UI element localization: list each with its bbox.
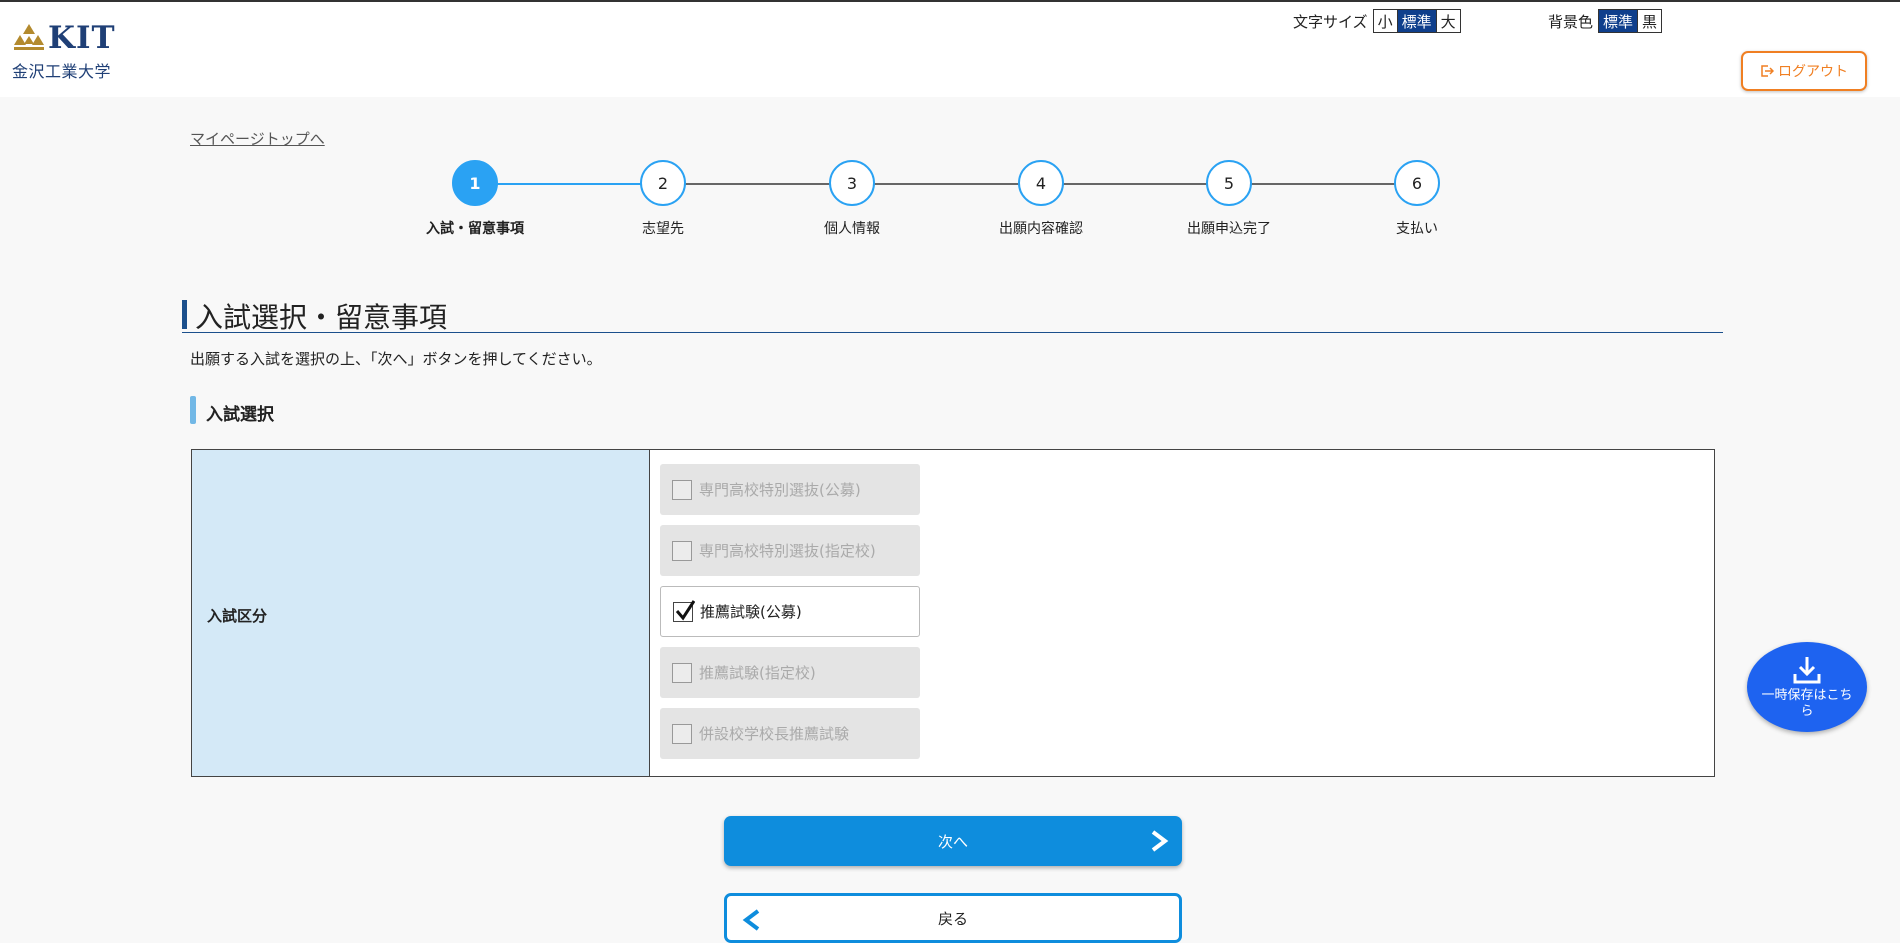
next-button[interactable]: 次へ	[724, 816, 1182, 866]
option-label: 専門高校特別選抜(公募)	[699, 481, 861, 499]
step-number: 4	[1018, 160, 1064, 206]
step-5: 5 出願申込完了	[1159, 160, 1299, 238]
step-2: 2 志望先	[593, 160, 733, 238]
option-checkbox	[672, 540, 692, 561]
option-checkbox	[672, 662, 692, 683]
background-standard[interactable]: 標準	[1599, 10, 1638, 32]
background-color-label: 背景色	[1548, 12, 1594, 31]
exam-option-1: 専門高校特別選抜(公募)	[660, 464, 920, 515]
font-size-large[interactable]: 大	[1435, 10, 1460, 32]
step-6: 6 支払い	[1347, 160, 1487, 238]
logo-text: KIT	[48, 20, 116, 56]
mypage-top-link[interactable]: マイページトップへ	[190, 128, 325, 149]
progress-stepper: 1 入試・留意事項 2 志望先 3 個人情報 4 出願内容確認 5 出願申込完了…	[0, 160, 1900, 240]
logo-subtext: 金沢工業大学	[12, 62, 112, 81]
font-size-small[interactable]: 小	[1373, 10, 1397, 32]
option-label: 専門高校特別選抜(指定校)	[699, 542, 876, 560]
background-color-options: 標準 黒	[1598, 9, 1663, 33]
step-number: 1	[452, 160, 498, 206]
logo-mark-icon	[14, 24, 44, 50]
chevron-right-icon	[1151, 830, 1169, 852]
header: KIT 金沢工業大学 文字サイズ 小 標準 大 背景色 標準 黒 ログアウト	[0, 2, 1900, 97]
checkmark-icon	[675, 599, 695, 621]
download-icon	[1793, 657, 1821, 684]
step-number: 5	[1206, 160, 1252, 206]
option-checkbox[interactable]	[673, 599, 695, 622]
exam-category-header: 入試区分	[192, 450, 650, 776]
step-number: 3	[829, 160, 875, 206]
temporary-save-button[interactable]: 一時保存はこちら	[1747, 642, 1867, 732]
font-size-label: 文字サイズ	[1293, 12, 1368, 31]
page-title: 入試選択・留意事項	[182, 298, 1723, 334]
font-size-options: 小 標準 大	[1372, 9, 1461, 33]
exam-options-cell: 専門高校特別選抜(公募) 専門高校特別選抜(指定校) 推薦試験(公募) 推薦試験…	[650, 450, 1714, 776]
exam-category-label: 入試区分	[207, 607, 268, 625]
step-label: 志望先	[642, 221, 684, 237]
step-number: 6	[1394, 160, 1440, 206]
font-size-control: 文字サイズ 小 標準 大	[1293, 9, 1461, 33]
temporary-save-label: 一時保存はこちら	[1761, 688, 1853, 719]
exam-option-4: 推薦試験(指定校)	[660, 647, 920, 698]
step-label: 個人情報	[824, 221, 880, 237]
step-label: 支払い	[1396, 221, 1438, 237]
font-size-standard[interactable]: 標準	[1396, 10, 1436, 32]
logout-icon	[1761, 65, 1774, 77]
logout-button[interactable]: ログアウト	[1741, 51, 1867, 91]
background-color-control: 背景色 標準 黒	[1548, 9, 1663, 33]
section-title-text: 入試選択	[206, 405, 274, 425]
step-number: 2	[640, 160, 686, 206]
exam-selection-table: 入試区分 専門高校特別選抜(公募) 専門高校特別選抜(指定校) 推薦試験(公募)…	[191, 449, 1715, 777]
chevron-left-icon	[742, 909, 760, 931]
option-label: 併設校学校長推薦試験	[699, 725, 850, 743]
section-accent-bar	[190, 396, 196, 424]
step-4: 4 出願内容確認	[971, 160, 1111, 238]
exam-option-5: 併設校学校長推薦試験	[660, 708, 920, 759]
option-label: 推薦試験(指定校)	[699, 664, 816, 682]
university-logo[interactable]: KIT 金沢工業大学	[12, 20, 122, 82]
step-1: 1 入試・留意事項	[405, 160, 545, 238]
logout-label: ログアウト	[1778, 64, 1848, 80]
background-black[interactable]: 黒	[1637, 10, 1662, 32]
back-button[interactable]: 戻る	[724, 893, 1182, 943]
step-label: 出願申込完了	[1187, 221, 1271, 237]
exam-option-3[interactable]: 推薦試験(公募)	[660, 586, 920, 637]
option-checkbox	[672, 723, 692, 744]
step-label: 出願内容確認	[999, 221, 1083, 237]
page-title-text: 入試選択・留意事項	[195, 301, 448, 334]
option-checkbox	[672, 479, 692, 500]
step-label: 入試・留意事項	[426, 221, 524, 237]
intro-text: 出願する入試を選択の上、「次へ」ボタンを押してください。	[190, 350, 602, 368]
exam-option-2: 専門高校特別選抜(指定校)	[660, 525, 920, 576]
option-label: 推薦試験(公募)	[700, 603, 802, 621]
title-accent-bar	[182, 300, 187, 329]
step-3: 3 個人情報	[782, 160, 922, 238]
next-button-label: 次へ	[937, 832, 968, 851]
